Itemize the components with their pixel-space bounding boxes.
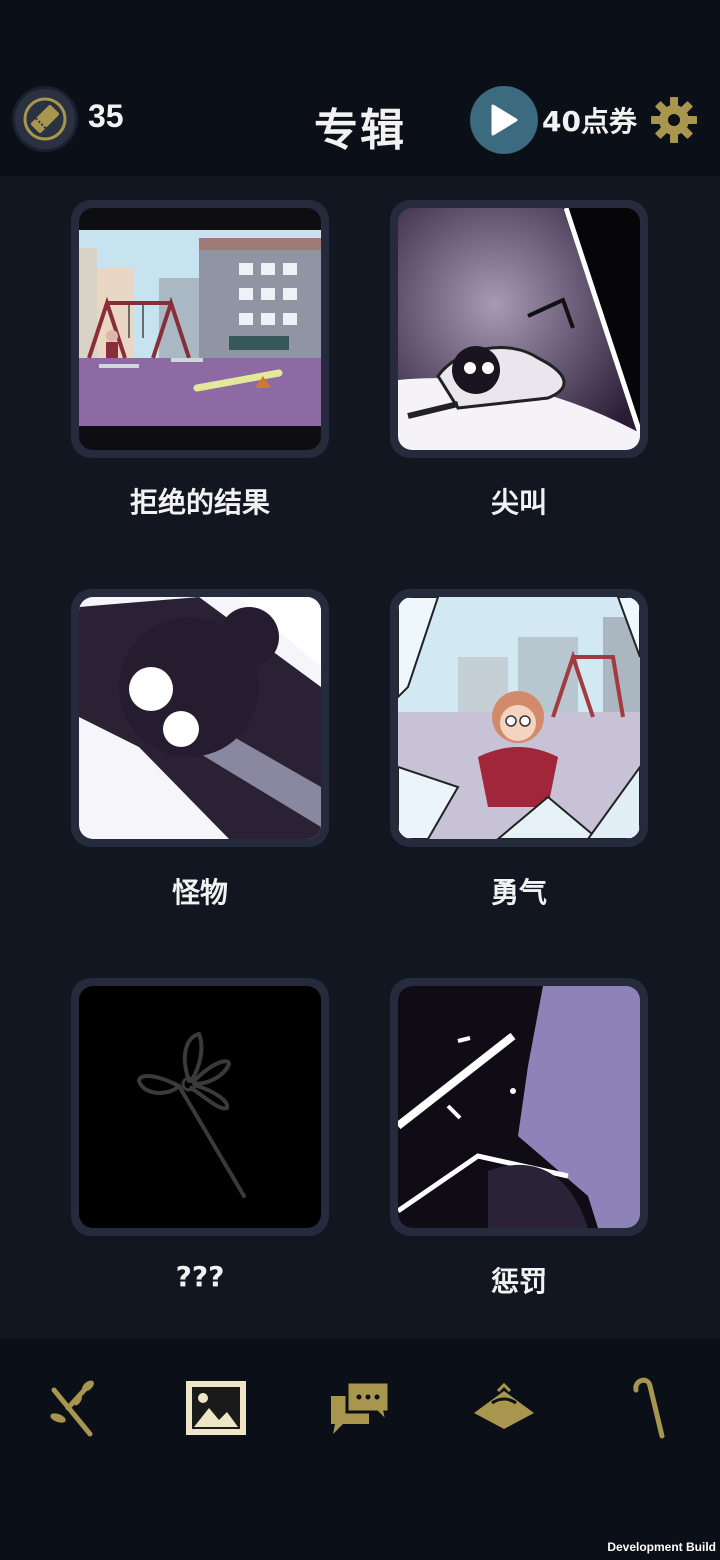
album-label: 怪物 — [171, 876, 228, 909]
album-label: 尖叫 — [490, 486, 547, 519]
nav-gallery[interactable] — [176, 1368, 256, 1448]
nav-cane[interactable] — [608, 1368, 688, 1448]
album-label: ??? — [175, 1260, 225, 1293]
album-card-monster[interactable] — [71, 589, 329, 847]
play-icon — [491, 104, 518, 136]
dev-build-label: Development Build — [607, 1540, 716, 1554]
album-thumbnail — [398, 986, 640, 1228]
nav-chat[interactable] — [320, 1368, 400, 1448]
album-label: 拒绝的结果 — [129, 486, 270, 519]
gear-icon[interactable] — [650, 96, 698, 144]
album-card-rejection[interactable] — [71, 200, 329, 458]
cane-icon — [633, 1377, 665, 1439]
album-thumbnail — [79, 597, 321, 839]
nav-branch[interactable] — [32, 1368, 112, 1448]
gallery-icon — [186, 1381, 246, 1435]
album-card-scream[interactable] — [390, 200, 648, 458]
album-thumbnail — [79, 986, 321, 1228]
album-label: 勇气 — [490, 876, 547, 909]
top-bar: 35 专辑 40点券 — [0, 0, 720, 176]
album-card-locked[interactable] — [71, 978, 329, 1236]
chat-icon — [331, 1380, 391, 1434]
branch-icon — [50, 1380, 94, 1437]
album-card-punishment[interactable] — [390, 978, 648, 1236]
album-grid: 拒绝的结果 尖叫 怪物 勇气 ??? 惩罚 — [0, 176, 720, 1336]
album-card-courage[interactable] — [390, 589, 648, 847]
points-balance: 40点券 — [542, 105, 637, 138]
hat-icon — [474, 1383, 534, 1429]
bottom-nav: Development Build — [0, 1338, 720, 1560]
album-thumbnail — [79, 208, 321, 450]
play-button[interactable] — [470, 86, 538, 154]
album-thumbnail — [398, 208, 640, 450]
album-label: 惩罚 — [490, 1265, 547, 1298]
album-thumbnail — [398, 597, 640, 839]
nav-hat[interactable] — [464, 1368, 544, 1448]
